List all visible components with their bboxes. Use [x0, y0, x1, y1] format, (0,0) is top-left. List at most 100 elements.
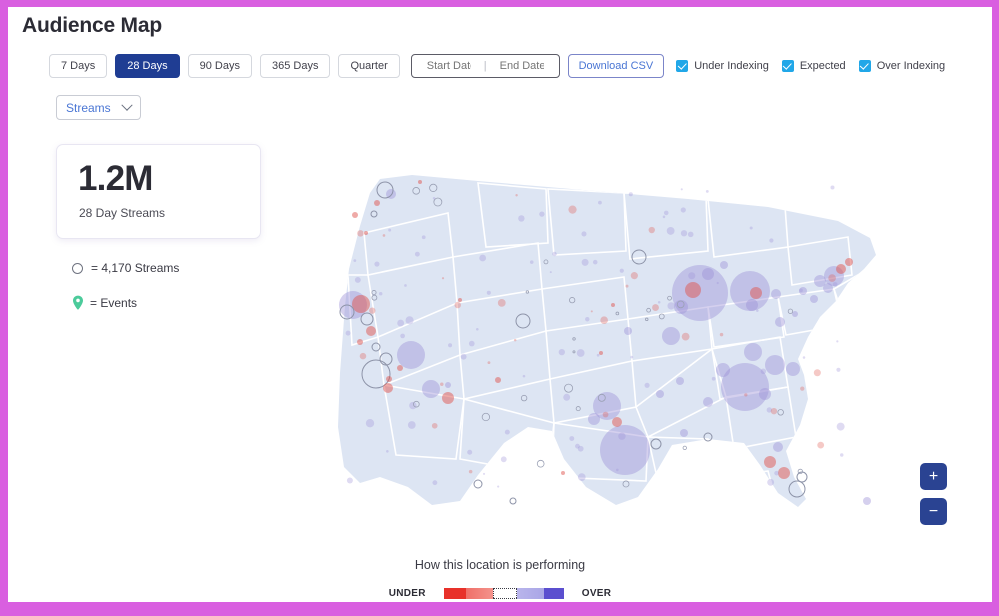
map-bubble[interactable]	[352, 212, 358, 218]
map-bubble[interactable]	[422, 380, 440, 398]
map-bubble[interactable]	[624, 327, 632, 335]
start-date-input[interactable]	[414, 60, 484, 72]
map-bubble[interactable]	[656, 390, 664, 398]
map-bubble[interactable]	[683, 446, 686, 449]
map-bubble[interactable]	[830, 186, 834, 190]
map-bubble[interactable]	[561, 471, 565, 475]
map-bubble[interactable]	[720, 261, 728, 269]
map-bubble[interactable]	[775, 317, 785, 327]
map-bubble[interactable]	[702, 268, 714, 280]
map-bubble[interactable]	[803, 356, 806, 359]
map-bubble[interactable]	[597, 354, 600, 357]
map-bubble[interactable]	[744, 393, 747, 396]
map-bubble[interactable]	[581, 231, 586, 236]
map-bubble[interactable]	[469, 341, 475, 347]
map-bubble[interactable]	[585, 317, 589, 321]
map-bubble[interactable]	[703, 397, 713, 407]
map-bubble[interactable]	[488, 361, 491, 364]
map-bubble[interactable]	[559, 349, 565, 355]
map-bubble[interactable]	[388, 229, 391, 232]
map-bubble[interactable]	[799, 289, 803, 293]
map-bubble[interactable]	[476, 328, 479, 331]
checkbox-expected[interactable]: Expected	[782, 60, 846, 72]
map-bubble[interactable]	[442, 277, 444, 279]
map-bubble[interactable]	[626, 285, 629, 288]
checkbox-icon[interactable]	[782, 60, 794, 72]
map-bubble[interactable]	[442, 392, 454, 404]
map-bubble[interactable]	[771, 408, 777, 414]
map-bubble[interactable]	[483, 473, 485, 475]
map-bubble[interactable]	[433, 197, 436, 200]
map-bubble[interactable]	[750, 226, 753, 229]
map-bubble[interactable]	[515, 194, 517, 196]
map-bubble[interactable]	[518, 215, 524, 221]
map-bubble[interactable]	[577, 349, 585, 357]
map-bubble[interactable]	[374, 261, 379, 266]
zoom-out-button[interactable]: −	[920, 498, 947, 525]
map-bubble[interactable]	[836, 340, 838, 342]
zoom-in-button[interactable]: +	[920, 463, 947, 490]
map-bubble[interactable]	[497, 486, 499, 488]
map-bubble[interactable]	[836, 368, 840, 372]
map-bubble[interactable]	[501, 456, 507, 462]
map-bubble[interactable]	[674, 300, 688, 314]
map-bubble[interactable]	[510, 498, 516, 504]
map-bubble[interactable]	[369, 308, 375, 314]
map-bubble[interactable]	[712, 377, 716, 381]
map-bubble[interactable]	[814, 369, 821, 376]
metric-dropdown[interactable]: Streams	[56, 95, 141, 120]
map-bubble[interactable]	[611, 303, 615, 307]
map-bubble[interactable]	[603, 412, 609, 418]
map-bubble[interactable]	[397, 320, 404, 327]
range-button-7-days[interactable]: 7 Days	[49, 54, 107, 78]
map-bubble[interactable]	[593, 260, 598, 265]
checkbox-icon[interactable]	[676, 60, 688, 72]
map-bubble[interactable]	[582, 259, 589, 266]
map-bubble[interactable]	[550, 271, 552, 273]
map-bubble[interactable]	[383, 383, 393, 393]
map-bubble[interactable]	[769, 238, 773, 242]
map-bubble[interactable]	[649, 227, 655, 233]
map-bubble[interactable]	[408, 421, 416, 429]
map-bubble[interactable]	[432, 423, 438, 429]
end-date-input[interactable]	[487, 60, 557, 72]
map-bubble[interactable]	[352, 295, 370, 313]
map-bubble[interactable]	[774, 471, 779, 476]
map-bubble[interactable]	[706, 190, 709, 193]
map-bubble[interactable]	[474, 480, 482, 488]
map-bubble[interactable]	[552, 252, 556, 256]
map-bubble[interactable]	[397, 365, 403, 371]
map-bubble[interactable]	[681, 207, 686, 212]
map-bubble[interactable]	[744, 343, 762, 361]
map-canvas[interactable]	[278, 125, 938, 535]
map-bubble[interactable]	[357, 339, 363, 345]
map-bubble[interactable]	[448, 343, 452, 347]
map-bubble[interactable]	[682, 333, 690, 341]
map-bubble[interactable]	[840, 453, 843, 456]
map-bubble[interactable]	[800, 386, 804, 390]
map-bubble[interactable]	[765, 355, 785, 375]
map-bubble[interactable]	[810, 295, 818, 303]
map-bubble[interactable]	[773, 442, 783, 452]
map-bubble[interactable]	[663, 216, 666, 219]
map-bubble[interactable]	[523, 375, 526, 378]
map-bubble[interactable]	[458, 298, 462, 302]
map-bubble[interactable]	[767, 479, 774, 486]
map-bubble[interactable]	[479, 255, 486, 262]
map-bubble[interactable]	[353, 259, 356, 262]
map-bubble[interactable]	[514, 339, 517, 342]
map-bubble[interactable]	[487, 291, 491, 295]
map-bubble[interactable]	[798, 469, 802, 473]
map-bubble[interactable]	[422, 235, 426, 239]
map-bubble[interactable]	[746, 299, 758, 311]
map-bubble[interactable]	[537, 460, 544, 467]
map-bubble[interactable]	[681, 188, 683, 190]
map-bubble[interactable]	[406, 316, 414, 324]
map-bubble[interactable]	[530, 260, 534, 264]
map-bubble[interactable]	[828, 274, 836, 282]
map-bubble[interactable]	[612, 417, 622, 427]
map-bubble[interactable]	[676, 377, 684, 385]
map-bubble[interactable]	[771, 289, 781, 299]
map-bubble[interactable]	[461, 354, 467, 360]
map-bubble[interactable]	[685, 282, 701, 298]
